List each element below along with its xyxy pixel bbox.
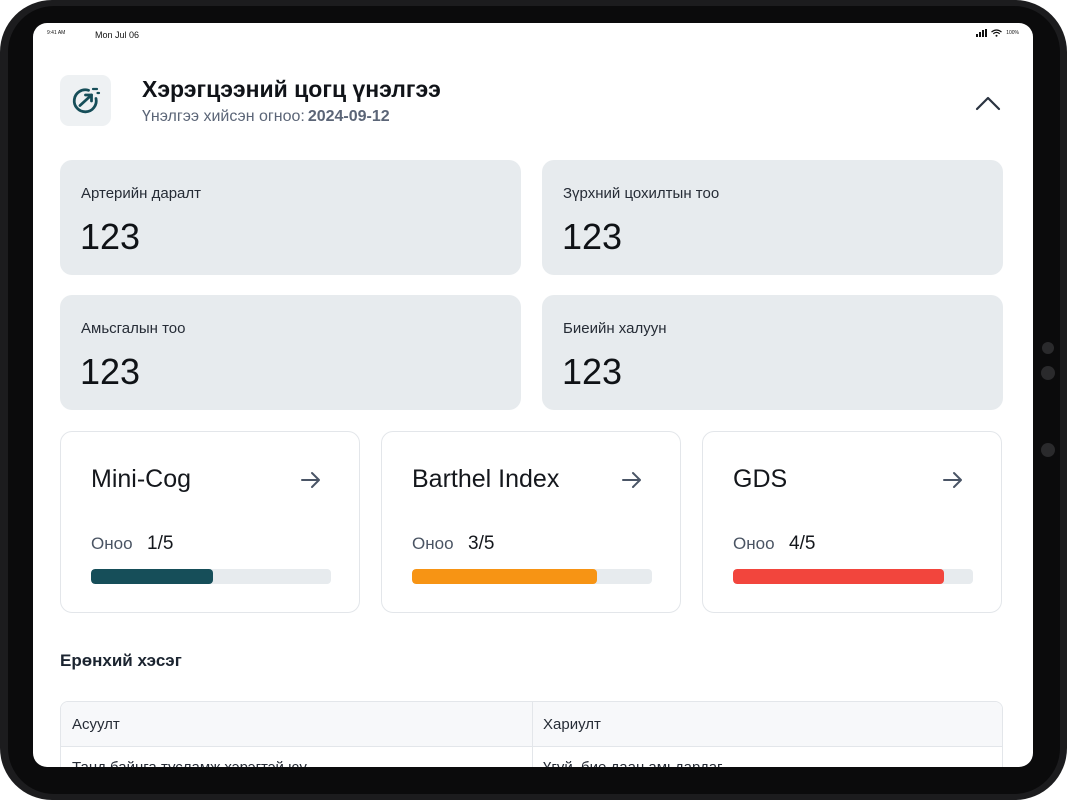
arrow-right-icon[interactable] [299,468,323,492]
column-divider [532,702,533,767]
score-progress-fill [91,569,214,584]
status-bar: 9:41 AM Mon Jul 06 100% [33,23,1033,47]
score-label: Оноо [91,534,133,553]
vital-label: Биеийн халуун [563,320,667,337]
vital-card-respiration-rate: Амьсгалын тоо 123 [60,295,521,410]
vital-label: Амьсгалын тоо [81,320,186,337]
section-title: Ерөнхий хэсэг [60,651,182,670]
status-time: 9:41 AM [47,30,66,36]
status-date: Mon Jul 06 [95,30,140,40]
gauge-icon [60,75,111,126]
app-screen: 9:41 AM Mon Jul 06 100% Хэрэгцээний цогц… [33,23,1033,767]
assessment-date-label: Үнэлгээ хийсэн огноо: [142,108,305,125]
assessment-header: Хэрэгцээний цогц үнэлгээ Үнэлгээ хийсэн … [60,75,1006,127]
score-card-barthel-index[interactable]: Barthel Index Оноо 3/5 [381,431,681,613]
wifi-icon [991,29,1003,37]
chevron-up-icon [975,96,1001,111]
arrow-right-icon[interactable] [620,468,644,492]
column-header-answer: Хариулт [543,716,601,733]
page-title: Хэрэгцээний цогц үнэлгээ [142,76,441,102]
tablet-frame: 9:41 AM Mon Jul 06 100% Хэрэгцээний цогц… [0,0,1067,800]
status-indicators: 100% [976,29,1019,37]
score-progress-fill [412,569,597,584]
column-header-question: Асуулт [72,716,120,733]
score-value: 3/5 [468,533,495,554]
score-card-mini-cog[interactable]: Mini-Cog Оноо 1/5 [60,431,360,613]
vital-value: 123 [562,216,623,257]
score-progress-bar [91,569,331,584]
score-title: Mini-Cog [91,465,192,493]
camera-dot-3 [1041,443,1055,457]
score-card-gds[interactable]: GDS Оноо 4/5 [702,431,1002,613]
table-cell-answer: Үгүй, бие даан амьдардаг [543,759,723,767]
qa-table: Асуулт Хариулт Танд байнга тусламж хэрэг… [60,701,1003,767]
cellular-signal-icon [976,29,988,37]
score-label: Оноо [412,534,454,553]
score-value: 1/5 [147,533,174,554]
vital-label: Зүрхний цохилтын тоо [563,185,720,202]
assessment-date-line: Үнэлгээ хийсэн огноо: 2024-09-12 [142,108,390,126]
score-value: 4/5 [789,533,816,554]
score-title: GDS [733,465,788,493]
score-progress-fill [733,569,945,584]
vital-value: 123 [80,216,141,257]
arrow-right-icon[interactable] [941,468,965,492]
vital-card-heart-rate: Зүрхний цохилтын тоо 123 [542,160,1003,275]
battery-percentage: 100% [1006,30,1019,36]
score-label: Оноо [733,534,775,553]
vital-value: 123 [80,351,141,392]
camera-dot-2 [1041,366,1055,380]
camera-dot-1 [1042,342,1054,354]
score-title: Barthel Index [412,465,560,493]
assessment-date: 2024-09-12 [307,108,390,125]
collapse-button[interactable] [970,85,1006,121]
table-cell-question: Танд байнга тусламж хэрэгтэй юу [72,759,307,767]
vital-card-blood-pressure: Артерийн даралт 123 [60,160,521,275]
vital-value: 123 [562,351,623,392]
vital-card-body-temperature: Биеийн халуун 123 [542,295,1003,410]
score-progress-bar [412,569,652,584]
score-progress-bar [733,569,973,584]
vital-label: Артерийн даралт [81,185,202,202]
